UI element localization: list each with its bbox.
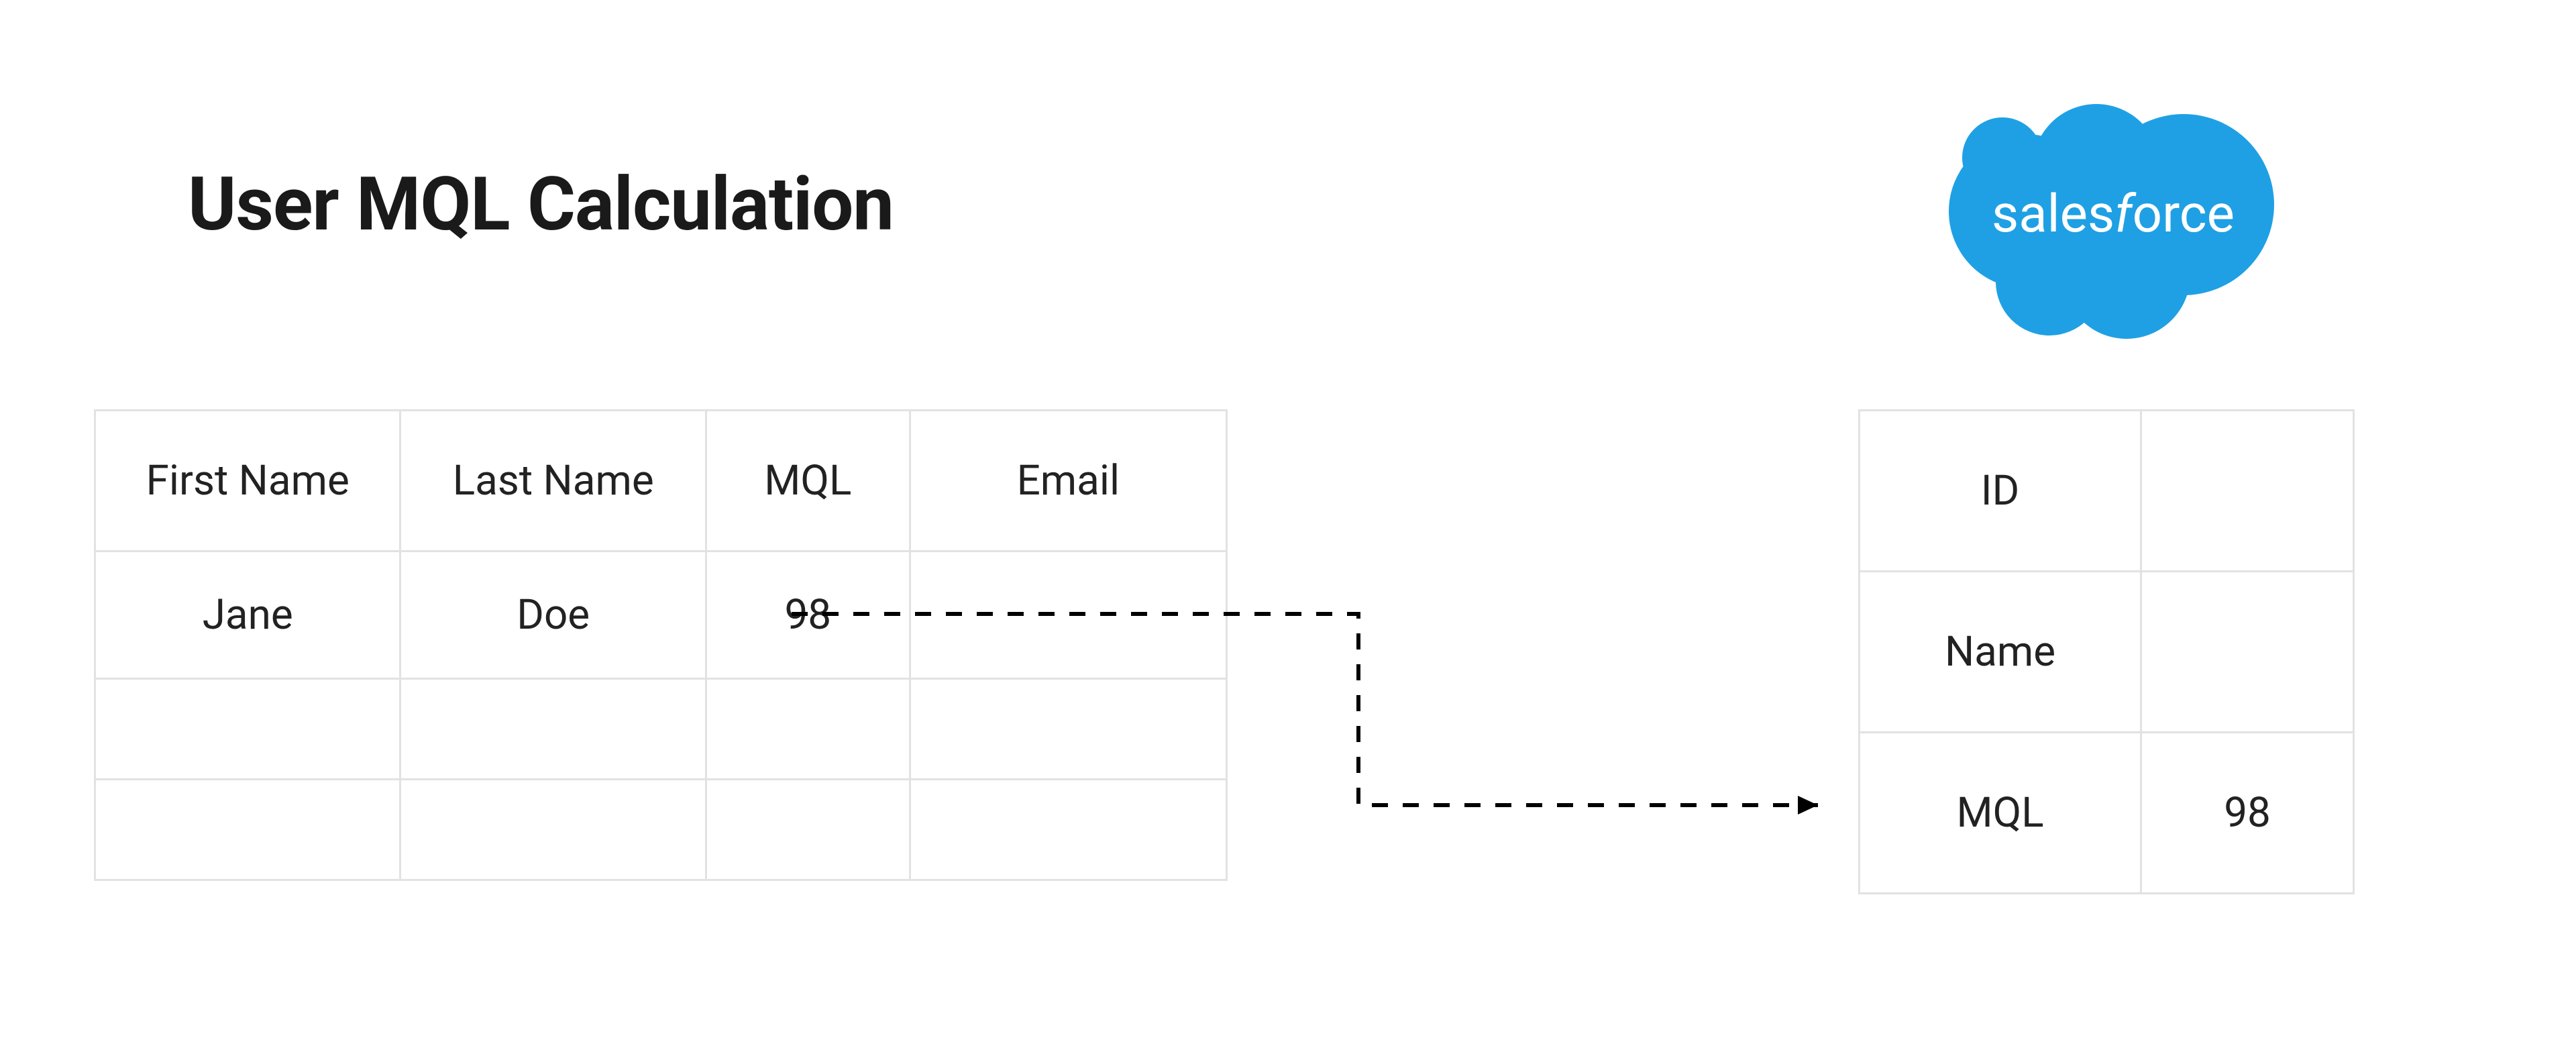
cell-first-name: Jane	[95, 552, 400, 679]
header-last-name: Last Name	[400, 411, 706, 552]
cell-first-name	[95, 679, 400, 780]
diagram-title: User MQL Calculation	[188, 161, 894, 248]
salesforce-logo: salesforce	[1925, 81, 2301, 349]
cell-last-name	[400, 679, 706, 780]
field-label-name: Name	[1860, 572, 2141, 733]
header-mql: MQL	[706, 411, 910, 552]
field-value-name	[2141, 572, 2354, 733]
table-header-row: First Name Last Name MQL Email	[95, 411, 1227, 552]
header-email: Email	[910, 411, 1226, 552]
connector-arrow	[792, 590, 1865, 859]
cell-last-name: Doe	[400, 552, 706, 679]
salesforce-record-table: ID Name MQL 98	[1858, 409, 2355, 894]
table-row: ID	[1860, 411, 2354, 572]
cell-first-name	[95, 780, 400, 880]
svg-text:salesforce: salesforce	[1992, 184, 2235, 245]
diagram-canvas: User MQL Calculation salesforce First Na…	[0, 0, 2576, 1046]
cell-last-name	[400, 780, 706, 880]
table-row: Name	[1860, 572, 2354, 733]
table-row: MQL 98	[1860, 733, 2354, 894]
field-value-mql: 98	[2141, 733, 2354, 894]
field-label-mql: MQL	[1860, 733, 2141, 894]
field-value-id	[2141, 411, 2354, 572]
field-label-id: ID	[1860, 411, 2141, 572]
header-first-name: First Name	[95, 411, 400, 552]
